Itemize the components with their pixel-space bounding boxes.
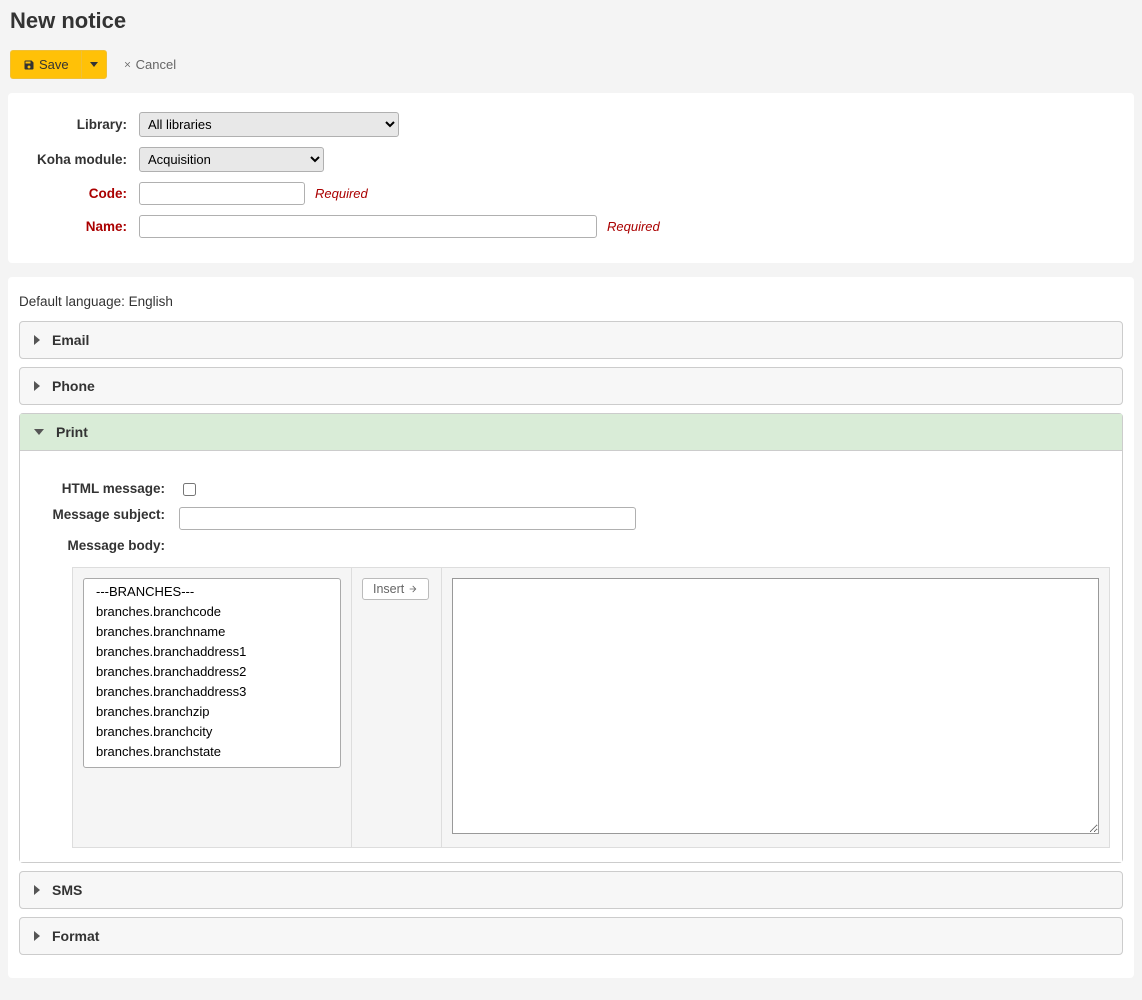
field-option[interactable]: branches.branchname <box>88 622 336 642</box>
default-language-value: English <box>129 294 173 309</box>
panel-format-title: Format <box>52 928 99 944</box>
code-label: Code: <box>21 186 139 201</box>
message-subject-input[interactable] <box>179 507 636 530</box>
html-message-label: HTML message: <box>32 481 179 499</box>
panel-sms: SMS <box>19 871 1123 909</box>
module-label: Koha module: <box>21 152 139 167</box>
panel-format-header[interactable]: Format <box>20 918 1122 954</box>
fields-column: ---BRANCHES---branches.branchcodebranche… <box>73 568 351 847</box>
field-option[interactable]: branches.branchaddress3 <box>88 682 336 702</box>
insert-column: Insert <box>351 568 441 847</box>
form-card: Library: All libraries Koha module: Acqu… <box>8 93 1134 263</box>
field-option[interactable]: branches.branchzip <box>88 702 336 722</box>
insert-button[interactable]: Insert <box>362 578 429 600</box>
panel-phone-title: Phone <box>52 378 95 394</box>
chevron-right-icon <box>34 885 40 895</box>
message-body-textarea[interactable] <box>452 578 1099 834</box>
insert-button-label: Insert <box>373 582 404 596</box>
message-subject-label: Message subject: <box>32 507 179 530</box>
arrow-right-icon <box>408 584 418 594</box>
panel-email: Email <box>19 321 1123 359</box>
panel-sms-title: SMS <box>52 882 82 898</box>
default-language: Default language: English <box>19 290 1123 321</box>
field-option[interactable]: branches.branchaddress1 <box>88 642 336 662</box>
save-button-label: Save <box>39 57 69 72</box>
panel-print: Print HTML message: Message subject: Mes… <box>19 413 1123 863</box>
name-input[interactable] <box>139 215 597 238</box>
field-option[interactable]: branches.branchaddress2 <box>88 662 336 682</box>
default-language-label: Default language: <box>19 294 125 309</box>
panel-phone: Phone <box>19 367 1123 405</box>
code-input[interactable] <box>139 182 305 205</box>
field-list-select[interactable]: ---BRANCHES---branches.branchcodebranche… <box>83 578 341 768</box>
field-option[interactable]: branches.branchcode <box>88 602 336 622</box>
chevron-right-icon <box>34 381 40 391</box>
panels-card: Default language: English Email Phone Pr… <box>8 277 1134 978</box>
close-icon <box>123 60 132 69</box>
save-split-dropdown[interactable] <box>81 50 107 79</box>
chevron-right-icon <box>34 335 40 345</box>
save-icon <box>23 59 35 71</box>
panel-print-title: Print <box>56 424 88 440</box>
chevron-right-icon <box>34 931 40 941</box>
body-column <box>441 568 1109 847</box>
save-button[interactable]: Save <box>10 50 81 79</box>
library-select[interactable]: All libraries <box>139 112 399 137</box>
field-option[interactable]: branches.branchcity <box>88 722 336 742</box>
panel-format: Format <box>19 917 1123 955</box>
panel-phone-header[interactable]: Phone <box>20 368 1122 404</box>
chevron-down-icon <box>34 429 44 435</box>
field-option[interactable]: branches.branchstate <box>88 742 336 762</box>
toolbar: Save Cancel <box>8 50 1134 79</box>
module-select[interactable]: Acquisition <box>139 147 324 172</box>
message-body-label: Message body: <box>32 538 179 555</box>
panel-sms-header[interactable]: SMS <box>20 872 1122 908</box>
library-label: Library: <box>21 117 139 132</box>
panel-print-body: HTML message: Message subject: Message b… <box>20 450 1122 862</box>
field-option[interactable]: ---BRANCHES--- <box>88 582 336 602</box>
name-required-hint: Required <box>607 219 660 234</box>
panel-print-header[interactable]: Print <box>20 414 1122 450</box>
panel-email-title: Email <box>52 332 89 348</box>
name-label: Name: <box>21 219 139 234</box>
caret-down-icon <box>90 62 98 67</box>
cancel-button[interactable]: Cancel <box>115 51 188 78</box>
code-required-hint: Required <box>315 186 368 201</box>
page-title: New notice <box>8 8 1134 34</box>
panel-email-header[interactable]: Email <box>20 322 1122 358</box>
cancel-button-label: Cancel <box>136 57 176 72</box>
html-message-checkbox[interactable] <box>183 483 196 496</box>
